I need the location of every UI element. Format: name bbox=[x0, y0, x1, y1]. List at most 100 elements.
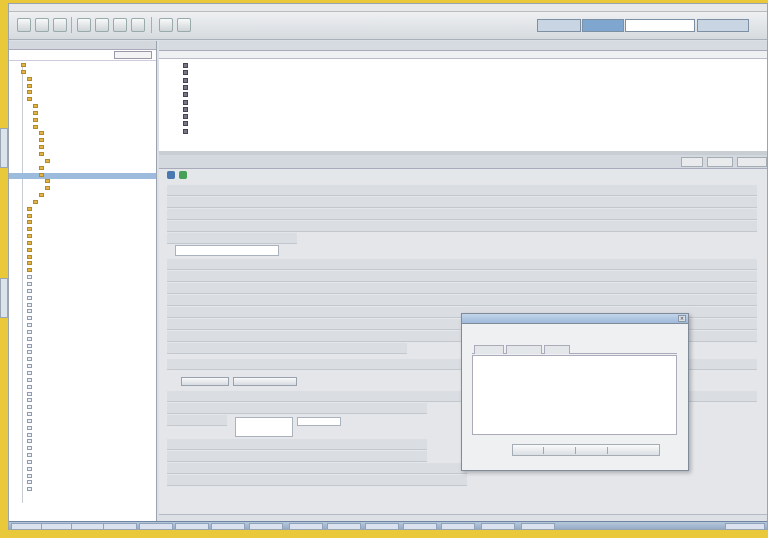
taskbar-item[interactable] bbox=[211, 523, 245, 529]
table-row[interactable] bbox=[159, 113, 767, 120]
toolbar-field-4[interactable] bbox=[697, 19, 749, 32]
tree-item[interactable] bbox=[9, 357, 156, 364]
table-row[interactable] bbox=[159, 128, 767, 135]
tree-item[interactable] bbox=[9, 138, 156, 145]
tree-item[interactable] bbox=[9, 213, 156, 221]
taskbar-item[interactable] bbox=[249, 523, 283, 529]
tree-item[interactable] bbox=[9, 370, 156, 378]
tree-item[interactable] bbox=[9, 186, 156, 193]
tree-item[interactable] bbox=[9, 117, 156, 125]
tree-item[interactable] bbox=[9, 220, 156, 227]
tree-item[interactable] bbox=[9, 364, 156, 371]
tree-item[interactable] bbox=[9, 247, 156, 255]
tree-item[interactable] bbox=[9, 158, 156, 166]
tree-item[interactable] bbox=[9, 145, 156, 152]
copy-button[interactable] bbox=[159, 18, 173, 32]
tree-item[interactable] bbox=[9, 418, 156, 426]
forward-button[interactable] bbox=[35, 18, 49, 32]
properties-value-field-2[interactable] bbox=[235, 417, 293, 437]
taskbar-item[interactable] bbox=[11, 523, 45, 529]
table-row[interactable] bbox=[159, 69, 767, 76]
taskbar-item[interactable] bbox=[175, 523, 209, 529]
tree-item[interactable] bbox=[9, 309, 156, 316]
tree-item[interactable] bbox=[9, 193, 156, 200]
view-button[interactable] bbox=[131, 18, 145, 32]
edit-icon[interactable] bbox=[179, 171, 187, 179]
tree-item[interactable] bbox=[9, 405, 156, 412]
tree-item[interactable] bbox=[9, 83, 156, 91]
paste-button[interactable] bbox=[177, 18, 191, 32]
table-row[interactable] bbox=[159, 120, 767, 127]
tree-item[interactable] bbox=[9, 439, 156, 446]
tree-item[interactable] bbox=[9, 282, 156, 289]
tree-item[interactable] bbox=[9, 288, 156, 296]
tree-item[interactable] bbox=[9, 329, 156, 337]
taskbar-item[interactable] bbox=[403, 523, 437, 529]
tab-properties-3[interactable] bbox=[737, 157, 767, 167]
dialog-list-row[interactable] bbox=[473, 372, 678, 380]
tree-item[interactable] bbox=[9, 302, 156, 310]
tree-item[interactable] bbox=[9, 295, 156, 303]
tree-item[interactable] bbox=[9, 459, 156, 467]
tree-item[interactable] bbox=[9, 398, 156, 405]
tree-item[interactable] bbox=[9, 254, 156, 262]
tree-item[interactable] bbox=[9, 131, 156, 138]
new-folder-button[interactable] bbox=[95, 18, 109, 32]
tree-item[interactable] bbox=[9, 97, 156, 104]
tree-item[interactable] bbox=[9, 336, 156, 344]
tree-item[interactable] bbox=[9, 466, 156, 474]
properties-value-field-1[interactable] bbox=[175, 245, 279, 256]
properties-button-2[interactable] bbox=[233, 377, 297, 386]
tree-item[interactable] bbox=[9, 172, 156, 180]
tree-item[interactable] bbox=[9, 69, 156, 77]
taskbar-item[interactable] bbox=[289, 523, 323, 529]
tree-item[interactable] bbox=[9, 384, 156, 392]
taskbar-item[interactable] bbox=[521, 523, 555, 529]
tree-item[interactable] bbox=[9, 104, 156, 111]
tree-item[interactable] bbox=[9, 227, 156, 234]
tree-item[interactable] bbox=[9, 316, 156, 323]
tree-item[interactable] bbox=[9, 412, 156, 419]
tree-item[interactable] bbox=[9, 151, 156, 159]
nav-filter-input[interactable] bbox=[114, 51, 152, 59]
table-row[interactable] bbox=[159, 62, 767, 69]
tree-item[interactable] bbox=[9, 165, 156, 173]
taskbar-item[interactable] bbox=[481, 523, 515, 529]
tree-item[interactable] bbox=[9, 124, 156, 132]
dialog-tab-2[interactable] bbox=[506, 345, 542, 354]
table-row[interactable] bbox=[159, 91, 767, 98]
tree-item[interactable] bbox=[9, 63, 156, 70]
tree-item[interactable] bbox=[9, 206, 156, 214]
tab-properties-1[interactable] bbox=[681, 157, 703, 167]
taskbar-item[interactable] bbox=[103, 523, 137, 529]
search-input[interactable] bbox=[625, 19, 695, 32]
save-icon[interactable] bbox=[167, 171, 175, 179]
tree-item[interactable] bbox=[9, 268, 156, 275]
toolbar-field-2[interactable] bbox=[582, 19, 624, 32]
table-row[interactable] bbox=[159, 84, 767, 91]
properties-button-1[interactable] bbox=[181, 377, 229, 386]
tree-item[interactable] bbox=[9, 76, 156, 84]
up-button[interactable] bbox=[53, 18, 67, 32]
taskbar-item[interactable] bbox=[41, 523, 75, 529]
taskbar-item[interactable] bbox=[365, 523, 399, 529]
tree-item[interactable] bbox=[9, 473, 156, 481]
tree-item[interactable] bbox=[9, 275, 156, 282]
tree-item[interactable] bbox=[9, 350, 156, 357]
close-icon[interactable]: × bbox=[678, 315, 686, 322]
properties-button[interactable] bbox=[113, 18, 127, 32]
table-row[interactable] bbox=[159, 77, 767, 84]
tree-item[interactable] bbox=[9, 453, 156, 460]
refresh-button[interactable] bbox=[77, 18, 91, 32]
tab-properties-2[interactable] bbox=[707, 157, 733, 167]
properties-value-field-3[interactable] bbox=[297, 417, 341, 426]
tree-item[interactable] bbox=[9, 377, 156, 385]
dialog-list-row[interactable] bbox=[473, 380, 678, 388]
tree-item[interactable] bbox=[9, 110, 156, 118]
dialog-tab-1[interactable] bbox=[474, 345, 504, 354]
tree-item[interactable] bbox=[9, 446, 156, 453]
tree-item[interactable] bbox=[9, 391, 156, 399]
tree-item[interactable] bbox=[9, 343, 156, 351]
toolbar-field-1[interactable] bbox=[537, 19, 581, 32]
back-button[interactable] bbox=[17, 18, 31, 32]
